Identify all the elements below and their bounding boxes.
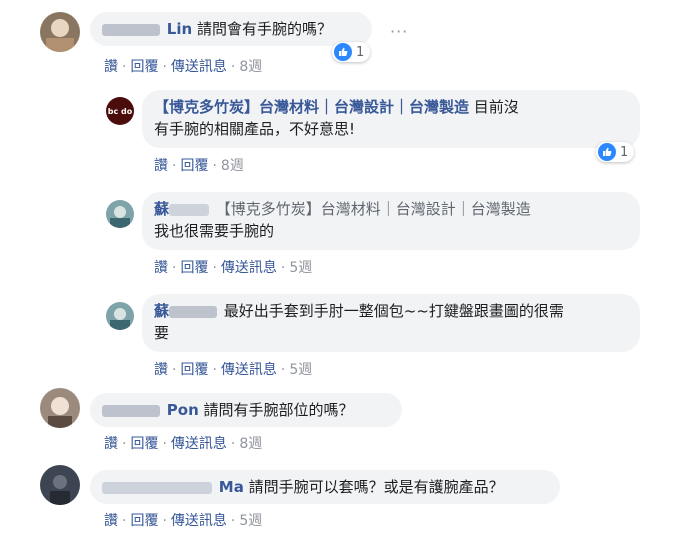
reply-link[interactable]: 回覆 — [130, 436, 158, 452]
commenter-name[interactable]: Pon — [167, 401, 199, 419]
reply-bubble: 【博克多竹炭】台灣材料｜台灣設計｜台灣製造 目前沒 有手腕的相關產品，不好意思! — [142, 90, 640, 148]
reply-actions: 讚 · 回覆 · 8週 — [154, 158, 244, 174]
timestamp[interactable]: 8週 — [239, 59, 262, 75]
reply-bubble: 蘇 【博克多竹炭】台灣材料｜台灣設計｜台灣製造 我也很需要手腕的 — [142, 192, 640, 250]
timestamp[interactable]: 5週 — [289, 362, 312, 378]
send-message-link[interactable]: 傳送訊息 — [221, 362, 277, 378]
commenter-name[interactable]: Ma — [219, 478, 244, 496]
comment-bubble: Pon 請問有手腕部位的嗎？ — [90, 393, 402, 427]
reply-text-line1: 最好出手套到手肘一整個包~~打鍵盤跟畫圖的很需 — [223, 302, 564, 320]
reaction-count[interactable]: 1 — [596, 142, 635, 162]
like-icon — [598, 143, 616, 161]
avatar-photo — [40, 388, 80, 428]
more-options-icon[interactable]: ··· — [390, 22, 408, 41]
reply-bubble: 蘇 最好出手套到手肘一整個包~~打鍵盤跟畫圖的很需 要 — [142, 294, 640, 352]
comment-actions: 讚 · 回覆 · 傳送訊息 · 5週 — [104, 513, 263, 529]
like-icon — [334, 43, 352, 61]
reply-text: 我也很需要手腕的 — [154, 222, 275, 240]
commenter-name[interactable]: 蘇 — [154, 200, 169, 218]
avatar-photo — [106, 302, 134, 330]
avatar[interactable] — [106, 200, 134, 228]
comment-actions: 讚 · 回覆 · 傳送訊息 · 8週 — [104, 59, 263, 75]
reply-text-line1: 目前沒 — [473, 98, 519, 116]
send-message-link[interactable]: 傳送訊息 — [221, 260, 277, 276]
avatar-photo — [40, 12, 80, 52]
comment-actions: 讚 · 回覆 · 傳送訊息 · 8週 — [104, 436, 263, 452]
reply-link[interactable]: 回覆 — [180, 158, 208, 174]
commenter-name[interactable]: 蘇 — [154, 302, 169, 320]
reply-link[interactable]: 回覆 — [180, 362, 208, 378]
commenter-name[interactable]: Lin — [167, 20, 192, 38]
redacted-name — [169, 203, 210, 216]
page-tag[interactable]: 【博克多竹炭】台灣材料｜台灣設計｜台灣製造 — [216, 200, 531, 218]
like-link[interactable]: 讚 — [104, 436, 118, 452]
like-link[interactable]: 讚 — [104, 59, 118, 75]
like-link[interactable]: 讚 — [154, 260, 168, 276]
comment-text: 請問會有手腕的嗎？ — [196, 20, 332, 38]
avatar[interactable] — [40, 12, 80, 52]
reaction-count[interactable]: 1 — [332, 42, 371, 62]
like-link[interactable]: 讚 — [104, 513, 118, 529]
avatar-photo — [40, 465, 80, 505]
timestamp[interactable]: 8週 — [221, 158, 244, 174]
redacted-name — [102, 23, 160, 36]
reply-text-line2: 有手腕的相關產品，不好意思! — [154, 120, 356, 138]
timestamp[interactable]: 8週 — [239, 436, 262, 452]
reply-actions: 讚 · 回覆 · 傳送訊息 · 5週 — [154, 260, 313, 276]
redacted-name — [102, 481, 212, 494]
send-message-link[interactable]: 傳送訊息 — [171, 436, 227, 452]
redacted-name — [169, 305, 218, 318]
reply-actions: 讚 · 回覆 · 傳送訊息 · 5週 — [154, 362, 313, 378]
page-name[interactable]: 【博克多竹炭】台灣材料｜台灣設計｜台灣製造 — [154, 98, 469, 116]
reply-text-line2: 要 — [154, 324, 170, 342]
avatar[interactable] — [106, 302, 134, 330]
timestamp[interactable]: 5週 — [239, 513, 262, 529]
like-link[interactable]: 讚 — [154, 158, 168, 174]
timestamp[interactable]: 5週 — [289, 260, 312, 276]
reply-link[interactable]: 回覆 — [130, 59, 158, 75]
avatar[interactable] — [40, 388, 80, 428]
page-logo-avatar[interactable]: bc do — [106, 97, 134, 125]
send-message-link[interactable]: 傳送訊息 — [171, 59, 227, 75]
comment-bubble: Ma 請問手腕可以套嗎？或是有護腕產品？ — [90, 470, 560, 504]
reply-link[interactable]: 回覆 — [130, 513, 158, 529]
comment-bubble: Lin 請問會有手腕的嗎？ — [90, 12, 372, 46]
avatar[interactable] — [40, 465, 80, 505]
comment-text: 請問有手腕部位的嗎？ — [203, 401, 354, 419]
comment-text: 請問手腕可以套嗎？或是有護腕產品？ — [248, 478, 504, 496]
send-message-link[interactable]: 傳送訊息 — [171, 513, 227, 529]
avatar-photo — [106, 200, 134, 228]
reply-link[interactable]: 回覆 — [180, 260, 208, 276]
like-link[interactable]: 讚 — [154, 362, 168, 378]
redacted-name — [102, 404, 160, 417]
